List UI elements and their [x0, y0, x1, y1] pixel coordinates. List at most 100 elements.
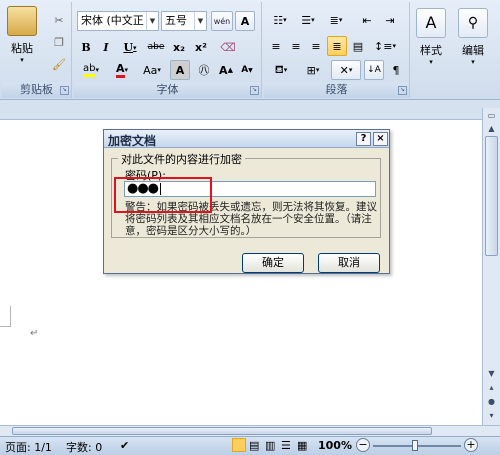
zoom-level[interactable]: 100%: [318, 439, 352, 452]
bullets-button[interactable]: ☷ ▾: [267, 10, 293, 30]
view-draft-icon[interactable]: ▦: [297, 439, 307, 452]
previous-page-icon[interactable]: ▴: [485, 381, 498, 394]
change-case-label: Aa: [143, 63, 158, 77]
paragraph-group-label: 段落: [264, 82, 409, 98]
char-shading-button[interactable]: A: [170, 60, 190, 80]
styles-button[interactable]: A 样式 ▾: [416, 8, 446, 66]
grow-font-button[interactable]: A ▲: [216, 60, 236, 80]
view-print-layout-icon[interactable]: [232, 438, 246, 452]
char-border-button[interactable]: A: [235, 11, 255, 31]
underline-button[interactable]: U ▾: [117, 37, 143, 57]
scroll-up-icon[interactable]: ▲: [485, 122, 498, 135]
proofing-icon[interactable]: ✔: [120, 439, 129, 452]
horizontal-scroll-thumb[interactable]: [12, 427, 432, 435]
chinese-layout-button[interactable]: ✕ ▾: [331, 60, 361, 80]
align-left-icon: ≡: [271, 39, 281, 53]
close-button[interactable]: ×: [373, 132, 388, 146]
align-right-button[interactable]: ≡: [307, 36, 325, 56]
word-count[interactable]: 字数: 0: [66, 439, 102, 455]
font-name-select[interactable]: 宋体 (中文正 ▼: [77, 11, 159, 31]
vertical-scrollbar[interactable]: ▭ ▲ ▼ ▴ ● ▾: [482, 108, 500, 425]
cut-button[interactable]: ✂: [50, 10, 68, 30]
chevron-down-icon: ▼: [194, 12, 206, 30]
chevron-down-icon: ▾: [124, 66, 129, 74]
zoom-out-button[interactable]: −: [356, 438, 370, 452]
page-count[interactable]: 页面: 1/1: [5, 439, 52, 455]
zoom-in-button[interactable]: +: [464, 438, 478, 452]
margin-corner-mark: [0, 326, 10, 327]
strike-label: abe: [147, 42, 165, 52]
sort-button[interactable]: ↓A: [364, 60, 384, 80]
increase-indent-icon: ⇥: [385, 13, 395, 27]
align-left-button[interactable]: ≡: [267, 36, 285, 56]
subscript-label: x₂: [173, 40, 185, 54]
highlighter-icon: ab: [83, 63, 96, 77]
paste-dropdown-icon: ▾: [20, 56, 24, 64]
cancel-button[interactable]: 取消: [318, 253, 380, 273]
format-painter-button[interactable]: 🖌: [50, 54, 68, 74]
superscript-button[interactable]: x²: [191, 37, 211, 57]
increase-indent-button[interactable]: ⇥: [380, 10, 400, 30]
align-center-button[interactable]: ≡: [287, 36, 305, 56]
vertical-scroll-thumb[interactable]: [485, 136, 498, 256]
horizontal-scrollbar[interactable]: [0, 425, 500, 436]
ok-button[interactable]: 确定: [242, 253, 304, 273]
browse-object-icon[interactable]: ●: [485, 395, 498, 408]
paste-label: 粘贴: [11, 42, 33, 55]
show-marks-button[interactable]: ¶: [386, 60, 406, 80]
italic-label: I: [103, 40, 109, 54]
highlight-color-button[interactable]: ab ▾: [77, 60, 105, 80]
help-button[interactable]: ?: [356, 132, 371, 146]
next-page-icon[interactable]: ▾: [485, 409, 498, 422]
enclose-char-button[interactable]: ㊇: [194, 60, 214, 80]
border-icon: ⊞: [306, 63, 316, 77]
clipboard-launcher-icon[interactable]: ↘: [60, 86, 69, 95]
underline-label: U: [123, 40, 134, 54]
align-center-icon: ≡: [291, 39, 301, 53]
eraser-icon: ⌫: [220, 40, 236, 54]
chevron-down-icon: ▾: [471, 58, 475, 66]
borders-button[interactable]: ⊞ ▾: [299, 60, 327, 80]
ruler-toggle-icon[interactable]: ▭: [485, 109, 498, 122]
ribbon: 粘贴 ▾ ✂ ❐ 🖌 剪贴板 ↘ 宋体 (中文正 ▼ 五号 ▼ wén A B …: [0, 0, 500, 100]
scroll-down-icon[interactable]: ▼: [485, 367, 498, 380]
paragraph-mark: ↵: [30, 328, 39, 339]
dialog-title-bar[interactable]: 加密文档 ? ×: [104, 130, 389, 148]
paste-button[interactable]: 粘贴 ▾: [7, 6, 37, 64]
clipboard-group: 粘贴 ▾ ✂ ❐ 🖌 剪贴板 ↘: [2, 2, 72, 98]
view-fullscreen-reading-icon[interactable]: ▤: [249, 439, 259, 452]
font-size-select[interactable]: 五号 ▼: [161, 11, 207, 31]
change-case-button[interactable]: Aa ▾: [138, 60, 166, 80]
font-color-icon: A: [115, 62, 125, 78]
styles-icon: A: [416, 8, 446, 38]
justify-button[interactable]: ≣: [327, 36, 347, 56]
font-name-value: 宋体 (中文正: [81, 14, 144, 27]
subscript-button[interactable]: x₂: [169, 37, 189, 57]
copy-button[interactable]: ❐: [50, 32, 68, 52]
view-outline-icon[interactable]: ☰: [281, 439, 291, 452]
margin-corner-mark: [10, 306, 11, 327]
clear-format-button[interactable]: ⌫: [217, 37, 239, 57]
font-color-button[interactable]: A ▾: [109, 60, 135, 80]
paragraph-launcher-icon[interactable]: ↘: [398, 86, 407, 95]
zoom-slider-thumb[interactable]: [412, 440, 418, 451]
paste-icon: [7, 6, 37, 36]
multilevel-list-button[interactable]: ≣ ▾: [323, 10, 349, 30]
bold-label: B: [81, 40, 91, 54]
line-spacing-button[interactable]: ↕≡ ▾: [371, 36, 399, 56]
font-size-value: 五号: [165, 14, 187, 27]
font-launcher-icon[interactable]: ↘: [250, 86, 259, 95]
view-web-layout-icon[interactable]: ▥: [265, 439, 275, 452]
strikethrough-button[interactable]: abe: [145, 37, 167, 57]
numbering-button[interactable]: ☰ ▾: [295, 10, 321, 30]
shading-button[interactable]: ⛾ ▾: [267, 60, 295, 80]
distribute-button[interactable]: ▤: [349, 36, 367, 56]
editing-label: 编辑: [462, 44, 484, 57]
paint-bucket-icon: ⛾: [274, 62, 284, 76]
editing-button[interactable]: ⚲ 编辑 ▾: [458, 8, 488, 66]
italic-button[interactable]: I: [97, 37, 115, 57]
decrease-indent-button[interactable]: ⇤: [357, 10, 377, 30]
shrink-font-button[interactable]: A ▼: [237, 60, 257, 80]
phonetic-guide-button[interactable]: wén: [211, 11, 233, 31]
bold-button[interactable]: B: [77, 37, 95, 57]
